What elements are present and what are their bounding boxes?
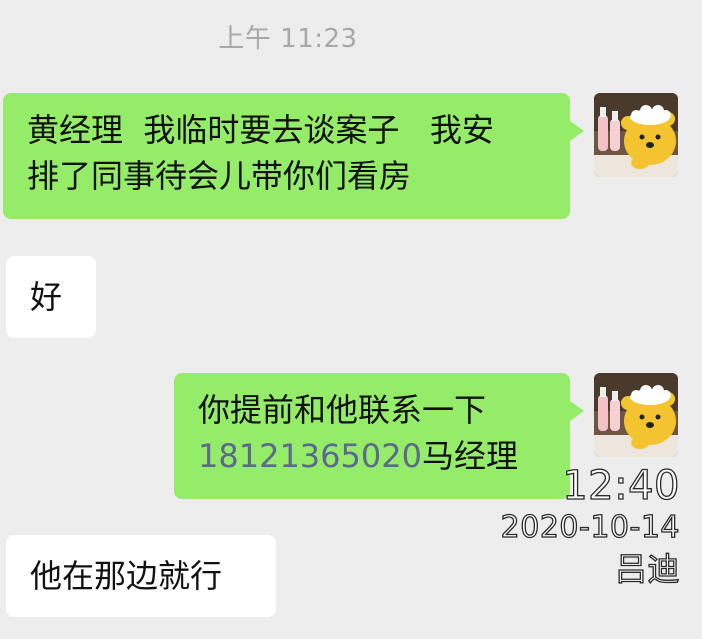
self-avatar[interactable] (594, 93, 678, 177)
message-text-line: 你提前和他联系一下 (198, 391, 487, 429)
winnie-the-pooh-avatar-icon (594, 93, 678, 177)
message-text-line: 18121365020马经理 (198, 433, 546, 479)
message-text-suffix: 马经理 (421, 437, 518, 475)
message-text: 他在那边就行 (30, 557, 223, 595)
watermark-time: 12:40 (562, 463, 681, 509)
outgoing-message-bubble[interactable]: 你提前和他联系一下 18121365020马经理 (174, 373, 584, 499)
message-timestamp: 上午 11:23 (218, 24, 358, 54)
watermark-date: 2020-10-14 (500, 509, 680, 545)
phone-number-link[interactable]: 18121365020 (198, 437, 422, 475)
message-text-line: 排了同事待会儿带你们看房 (27, 157, 412, 195)
message-text: 好 (30, 278, 63, 316)
incoming-message-bubble[interactable]: 他在那边就行 (6, 535, 276, 617)
self-avatar[interactable] (594, 373, 678, 457)
watermark-name: 吕迪 (614, 549, 680, 588)
message-text-line: 黄经理 我临时要去谈案子 我安 (27, 111, 494, 149)
outgoing-message-bubble[interactable]: 黄经理 我临时要去谈案子 我安 排了同事待会儿带你们看房 (3, 93, 584, 219)
winnie-the-pooh-avatar-icon (594, 373, 678, 457)
incoming-message-bubble[interactable]: 好 (6, 256, 96, 338)
